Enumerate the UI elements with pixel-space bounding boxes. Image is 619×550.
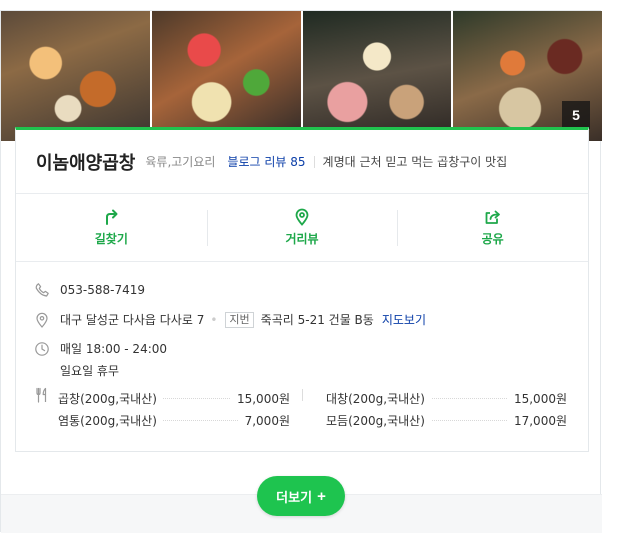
menu-item-price: 7,000원 (238, 411, 290, 429)
menu-item-price: 17,000원 (507, 411, 567, 429)
menu-item: 대창(200g,국내산) 15,000원 (326, 387, 567, 409)
menu-item-name: 곱창(200g,국내산) (58, 389, 163, 407)
photo-4[interactable]: 5 (453, 11, 602, 141)
jibun-badge: 지번 (225, 311, 254, 328)
photo-3[interactable] (302, 11, 452, 141)
title-bar: 이놈애양곱창 육류,고기요리 블로그 리뷰 85 계명대 근처 믿고 먹는 곱창… (16, 130, 588, 194)
map-view-link[interactable]: 지도보기 (382, 311, 426, 328)
directions-button[interactable]: 길찾기 (16, 194, 207, 261)
address-row: 대구 달성군 다사읍 다사로 7 • 지번 죽곡리 5-21 건물 B동 지도보… (34, 311, 426, 328)
place-panel: 5 이놈애양곱창 육류,고기요리 블로그 리뷰 85 계명대 근처 믿고 먹는 … (0, 10, 602, 533)
place-card: 이놈애양곱창 육류,고기요리 블로그 리뷰 85 계명대 근처 믿고 먹는 곱창… (15, 127, 589, 452)
divider (313, 155, 315, 168)
menu-item: 모듬(200g,국내산) 17,000원 (326, 409, 567, 431)
business-hours: 매일 18:00 - 24:00 (60, 342, 168, 356)
directions-icon (106, 209, 118, 225)
holiday-note: 일요일 휴무 (60, 364, 120, 378)
menu-column-left: 곱창(200g,국내산) 15,000원 염통(200g,국내산) 7,000원 (58, 387, 290, 431)
phone-number[interactable]: 053-588-7419 (60, 283, 145, 297)
street-view-label: 거리뷰 (285, 232, 319, 246)
share-icon (485, 210, 500, 224)
photo-1[interactable] (1, 11, 150, 141)
more-button-label: 더보기 (276, 489, 313, 505)
blog-review-link[interactable]: 블로그 리뷰 85 (227, 153, 305, 170)
menu-item-price: 15,000원 (230, 389, 290, 407)
menu-item-price: 15,000원 (507, 389, 567, 407)
share-button[interactable]: 공유 (397, 194, 588, 261)
place-category: 육류,고기요리 (145, 155, 216, 169)
photo-strip: 5 (1, 11, 602, 141)
photo-count-badge[interactable]: 5 (562, 101, 590, 129)
place-description: 계명대 근처 믿고 먹는 곱창구이 맛집 (322, 155, 508, 169)
street-view-button[interactable]: 거리뷰 (206, 194, 398, 261)
hours-row: 매일 18:00 - 24:00 (34, 340, 167, 357)
menu-item-name: 대창(200g,국내산) (326, 389, 431, 407)
road-address: 대구 달성군 다사읍 다사로 7 (60, 313, 205, 327)
phone-icon (35, 283, 49, 297)
menu-item: 곱창(200g,국내산) 15,000원 (58, 387, 290, 409)
plus-icon: + (317, 487, 326, 505)
more-button[interactable]: 더보기 + (257, 476, 345, 516)
jibun-address: 죽곡리 5-21 건물 B동 (260, 313, 374, 327)
place-name[interactable]: 이놈애양곱창 (36, 149, 135, 175)
location-pin-icon (295, 208, 309, 226)
action-bar: 길찾기 거리뷰 공유 (16, 194, 588, 262)
menu-divider (302, 389, 303, 401)
location-pin-icon (36, 312, 48, 328)
share-label: 공유 (481, 232, 504, 246)
directions-label: 길찾기 (94, 232, 128, 246)
fork-knife-icon (36, 387, 47, 403)
phone-row: 053-588-7419 (34, 282, 145, 298)
photo-2[interactable] (151, 11, 301, 141)
menu-item: 염통(200g,국내산) 7,000원 (58, 409, 290, 431)
clock-icon (35, 341, 49, 356)
menu-column-right: 대창(200g,국내산) 15,000원 모듬(200g,국내산) 17,000… (326, 387, 567, 431)
menu-item-name: 모듬(200g,국내산) (326, 411, 431, 429)
menu-item-name: 염통(200g,국내산) (58, 411, 163, 429)
separator-dot: • (210, 312, 218, 327)
